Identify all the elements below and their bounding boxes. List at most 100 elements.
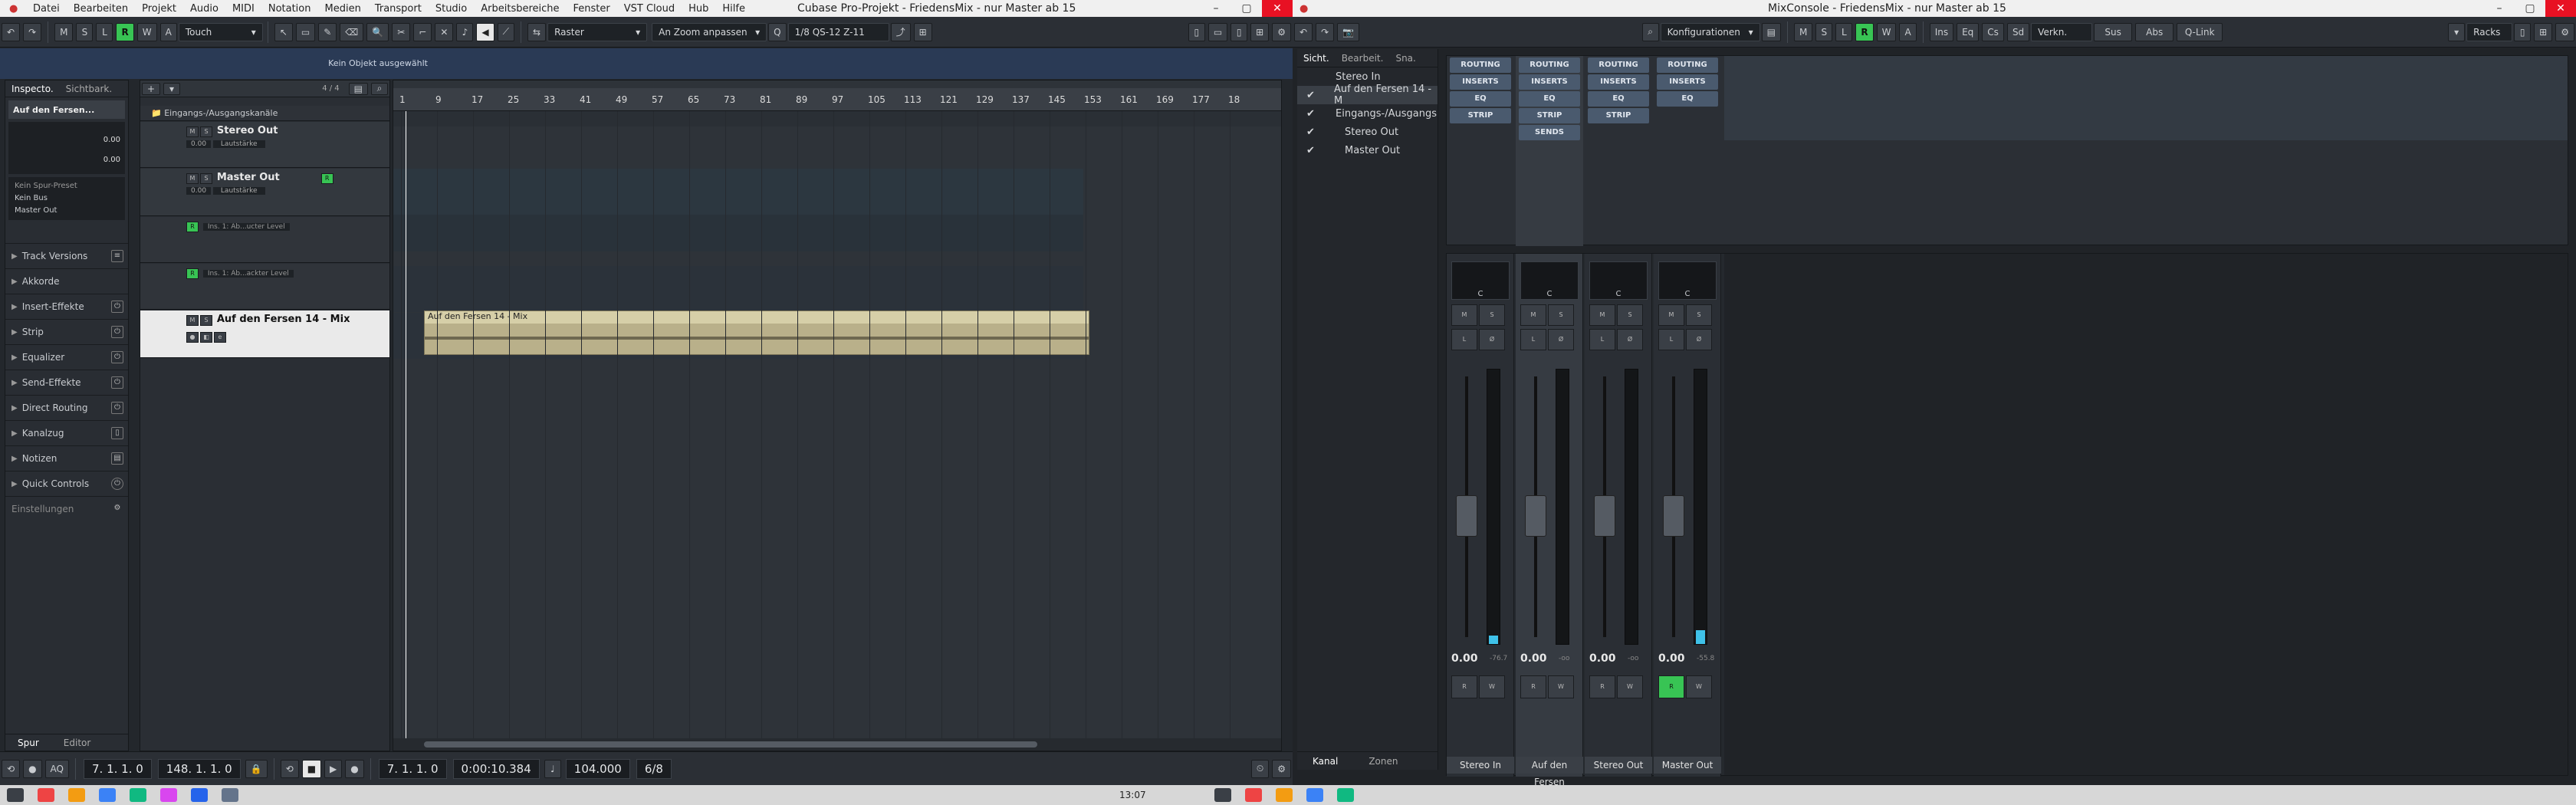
read-button[interactable]: R	[1520, 675, 1546, 698]
channel-strip[interactable]: C MS LØ 0.00 -76.7 RW Stereo In	[1447, 254, 1514, 777]
cycle-icon[interactable]: ⟲	[280, 759, 299, 778]
section-direct-routing[interactable]: ▶ Direct Routing ⏻	[5, 395, 128, 420]
channel-name[interactable]: Master Out	[1654, 757, 1721, 774]
tempo-display[interactable]: 104.000	[565, 758, 630, 779]
write-button[interactable]: W	[1617, 675, 1643, 698]
channel-volume[interactable]: 0.00	[1451, 652, 1478, 665]
layout-bottom-icon[interactable]: ▭	[1208, 22, 1228, 41]
read-button[interactable]: R	[1658, 675, 1684, 698]
channel-strip[interactable]: C MS LØ 0.00 -oo RW Stereo Out	[1585, 254, 1652, 777]
close-icon[interactable]: ✕	[2545, 0, 2576, 17]
solo-button[interactable]: S	[1686, 304, 1712, 326]
absolute-button[interactable]: Abs	[2135, 22, 2174, 41]
layout-right-icon[interactable]: ▯	[1230, 22, 1248, 41]
rack-strip[interactable]: STRIP	[1519, 108, 1580, 123]
pan-display[interactable]: C	[1589, 261, 1648, 300]
menu-notation[interactable]: Notation	[261, 3, 318, 15]
solo-button[interactable]: S	[1617, 304, 1643, 326]
solo-button[interactable]: S	[1548, 304, 1574, 326]
solo-button[interactable]: S	[200, 173, 212, 184]
read-automation-button[interactable]: R	[1855, 22, 1874, 41]
solo-button[interactable]: S	[200, 315, 212, 326]
tab-editor[interactable]: Editor	[51, 738, 104, 748]
monitor-button[interactable]: ◧	[200, 332, 212, 343]
quantize-icon[interactable]: Q	[768, 22, 787, 41]
automation-mode-select[interactable]: Touch ▾	[178, 22, 263, 41]
stop-icon[interactable]: ■	[301, 759, 322, 778]
line-tool-icon[interactable]: ⟋	[497, 22, 515, 41]
snap-toggle-icon[interactable]: ⇆	[527, 22, 547, 41]
tab-sichtbarkeit[interactable]: Sicht.	[1297, 53, 1336, 64]
section-strip[interactable]: ▶ Strip ⏻	[5, 319, 128, 344]
word-app-icon[interactable]	[191, 788, 208, 802]
record-button[interactable]: ●	[186, 332, 199, 343]
read-automation-button[interactable]: R	[116, 22, 134, 41]
menu-medien[interactable]: Medien	[318, 3, 368, 15]
close-icon[interactable]: ✕	[1262, 0, 1293, 17]
channel-name[interactable]: Stereo In	[1447, 757, 1514, 774]
mute-button[interactable]: M	[1520, 304, 1546, 326]
rack-options-icon[interactable]: ▾	[2448, 22, 2466, 41]
section-equalizer[interactable]: ▶ Equalizer ⏻	[5, 344, 128, 370]
zoom-mode-select[interactable]: An Zoom anpassen ▾	[652, 22, 767, 41]
phase-icon[interactable]: Ø	[1617, 329, 1643, 350]
tempo-track-icon[interactable]: ♩	[544, 759, 561, 778]
mute-button[interactable]: M	[186, 127, 199, 137]
track-audio-mix[interactable]: MS Auf den Fersen 14 - Mix ● ◧ e	[140, 310, 389, 358]
track-filter-icon[interactable]: ▤	[348, 82, 368, 95]
start-icon[interactable]	[1214, 788, 1231, 802]
rack-inserts[interactable]: INSERTS	[1657, 74, 1718, 90]
section-quick-controls[interactable]: ▶ Quick Controls ⏻	[5, 471, 128, 496]
add-track-icon[interactable]: +	[142, 82, 161, 95]
audio-clip[interactable]: Auf den Fersen 14 - Mix	[424, 310, 1089, 355]
write-automation-button[interactable]: W	[136, 22, 157, 41]
settings-gear-icon[interactable]: ⚙	[1272, 22, 1291, 41]
channel-volume[interactable]: 0.00	[1589, 652, 1616, 665]
excel-app-icon[interactable]	[1336, 788, 1354, 802]
mute-all-button[interactable]: M	[54, 22, 74, 41]
play-tool-icon[interactable]: ◀	[476, 22, 495, 41]
minimize-icon[interactable]: –	[1201, 0, 1231, 17]
inspector-pan[interactable]: 0.00	[104, 156, 120, 164]
configurations-select[interactable]: Konfigurationen ▾	[1660, 22, 1760, 41]
position-time[interactable]: 0:00:10.384	[452, 758, 540, 779]
metronome-icon[interactable]: ⏲	[1250, 759, 1270, 778]
rack-routing[interactable]: ROUTING	[1657, 58, 1718, 73]
phase-icon[interactable]: Ø	[1548, 329, 1574, 350]
view-sends-button[interactable]: Sd	[2006, 22, 2030, 41]
track-options-icon[interactable]: ▾	[163, 82, 181, 95]
maximize-icon[interactable]: ▢	[1231, 0, 1262, 17]
section-kanalzug[interactable]: ▶ Kanalzug ▯	[5, 420, 128, 445]
cubase-app-icon[interactable]	[1244, 788, 1262, 802]
visibility-item[interactable]: ✔ Master Out	[1297, 141, 1438, 159]
listen-button[interactable]: L	[1835, 22, 1853, 41]
fader-knob[interactable]	[1456, 495, 1477, 537]
mute-button[interactable]: M	[1589, 304, 1615, 326]
solo-button[interactable]: S	[1479, 304, 1505, 326]
section-track-versions[interactable]: ▶ Track Versions ≡	[5, 243, 128, 268]
listen-button[interactable]: L	[1589, 329, 1615, 350]
inspector-settings[interactable]: Einstellungen ⚙	[5, 496, 128, 521]
settings-gear-icon[interactable]: ⚙	[2555, 22, 2574, 41]
link-select[interactable]: Verkn.	[2031, 22, 2093, 41]
track-volume[interactable]: 0.00	[186, 140, 212, 148]
layout-grid-icon[interactable]: ⊞	[2534, 22, 2553, 41]
visibility-item[interactable]: ✔ Stereo Out	[1297, 123, 1438, 141]
input-routing[interactable]: Kein Bus	[15, 192, 119, 205]
rack-eq[interactable]: EQ	[1519, 91, 1580, 107]
visibility-item[interactable]: ✔ Auf den Fersen 14 - M	[1297, 84, 1438, 107]
cycle-mode-icon[interactable]: ●	[23, 759, 42, 778]
track-volume[interactable]: 0.00	[186, 187, 212, 195]
automation-a-button[interactable]: A	[159, 22, 177, 41]
eraser-tool-icon[interactable]: ⌫	[340, 22, 364, 41]
track-master-out[interactable]: MS Master Out R 0.00 Lautstärke	[140, 169, 389, 216]
track-preset-label[interactable]: Kein Spur-Preset	[15, 180, 119, 192]
ppt-app-icon[interactable]	[160, 788, 177, 802]
channel-strip[interactable]: C MS LØ 0.00 -55.8 RW Master Out	[1654, 254, 1721, 777]
tab-inspector[interactable]: Inspecto.	[5, 84, 60, 94]
play-icon[interactable]: ▶	[324, 759, 343, 778]
channel-name[interactable]: Stereo Out	[1585, 757, 1652, 774]
rack-eq[interactable]: EQ	[1588, 91, 1649, 107]
rack-eq[interactable]: EQ	[1450, 91, 1511, 107]
speaker-tool-icon[interactable]: ♪	[456, 22, 474, 41]
